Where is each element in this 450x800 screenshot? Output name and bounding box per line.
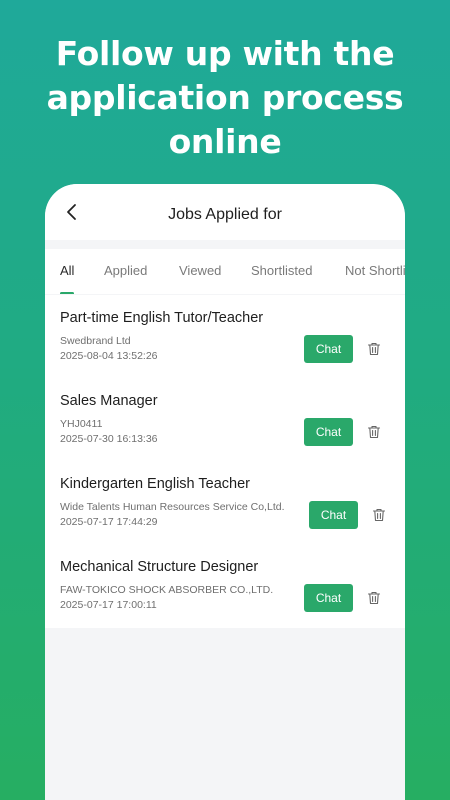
phone-screen: Jobs Applied for All Applied Viewed Shor…	[45, 184, 405, 800]
company-name: Swedbrand Ltd	[60, 335, 131, 347]
applied-jobs-list: Part-time English Tutor/Teacher Swedbran…	[45, 295, 405, 628]
chat-button[interactable]: Chat	[304, 584, 353, 612]
job-title: Sales Manager	[60, 393, 158, 409]
chat-button[interactable]: Chat	[304, 418, 353, 446]
tab-shortlisted[interactable]: Shortlisted	[251, 263, 312, 278]
list-item[interactable]: Part-time English Tutor/Teacher Swedbran…	[45, 295, 405, 378]
applied-date: 2025-07-17 17:00:11	[60, 599, 157, 611]
active-tab-indicator	[60, 292, 74, 294]
status-tabs: All Applied Viewed Shortlisted Not Short…	[45, 249, 405, 294]
headline-line-2: application process	[46, 78, 404, 117]
company-name: Wide Talents Human Resources Service Co,…	[60, 501, 285, 513]
trash-icon[interactable]	[372, 508, 386, 522]
applied-date: 2025-07-17 17:44:29	[60, 516, 158, 528]
chat-button[interactable]: Chat	[309, 501, 358, 529]
headline-line-3: online	[168, 122, 282, 161]
headline-line-1: Follow up with the	[55, 34, 395, 73]
chevron-left-icon[interactable]	[63, 203, 81, 221]
tab-applied[interactable]: Applied	[104, 263, 147, 278]
page-title: Jobs Applied for	[168, 206, 282, 223]
nav-separator	[45, 240, 405, 249]
list-item[interactable]: Kindergarten English Teacher Wide Talent…	[45, 461, 405, 544]
list-item[interactable]: Mechanical Structure Designer FAW-TOKICO…	[45, 544, 405, 627]
job-title: Kindergarten English Teacher	[60, 476, 250, 492]
company-name: YHJ0411	[60, 418, 103, 430]
trash-icon[interactable]	[367, 425, 381, 439]
nav-bar: Jobs Applied for	[45, 184, 405, 240]
promo-headline: Follow up with the application process o…	[0, 32, 450, 164]
job-title: Part-time English Tutor/Teacher	[60, 310, 264, 326]
tab-not-shortlisted[interactable]: Not Shortlisted	[345, 263, 405, 278]
chat-button[interactable]: Chat	[304, 335, 353, 363]
trash-icon[interactable]	[367, 591, 381, 605]
tab-viewed[interactable]: Viewed	[179, 263, 221, 278]
trash-icon[interactable]	[367, 342, 381, 356]
job-title: Mechanical Structure Designer	[60, 559, 259, 575]
company-name: FAW-TOKICO SHOCK ABSORBER CO.,LTD.	[60, 584, 274, 596]
applied-date: 2025-07-30 16:13:36	[60, 433, 158, 445]
tab-all[interactable]: All	[60, 263, 74, 278]
applied-date: 2025-08-04 13:52:26	[60, 350, 158, 362]
list-item[interactable]: Sales Manager YHJ0411 2025-07-30 16:13:3…	[45, 378, 405, 461]
